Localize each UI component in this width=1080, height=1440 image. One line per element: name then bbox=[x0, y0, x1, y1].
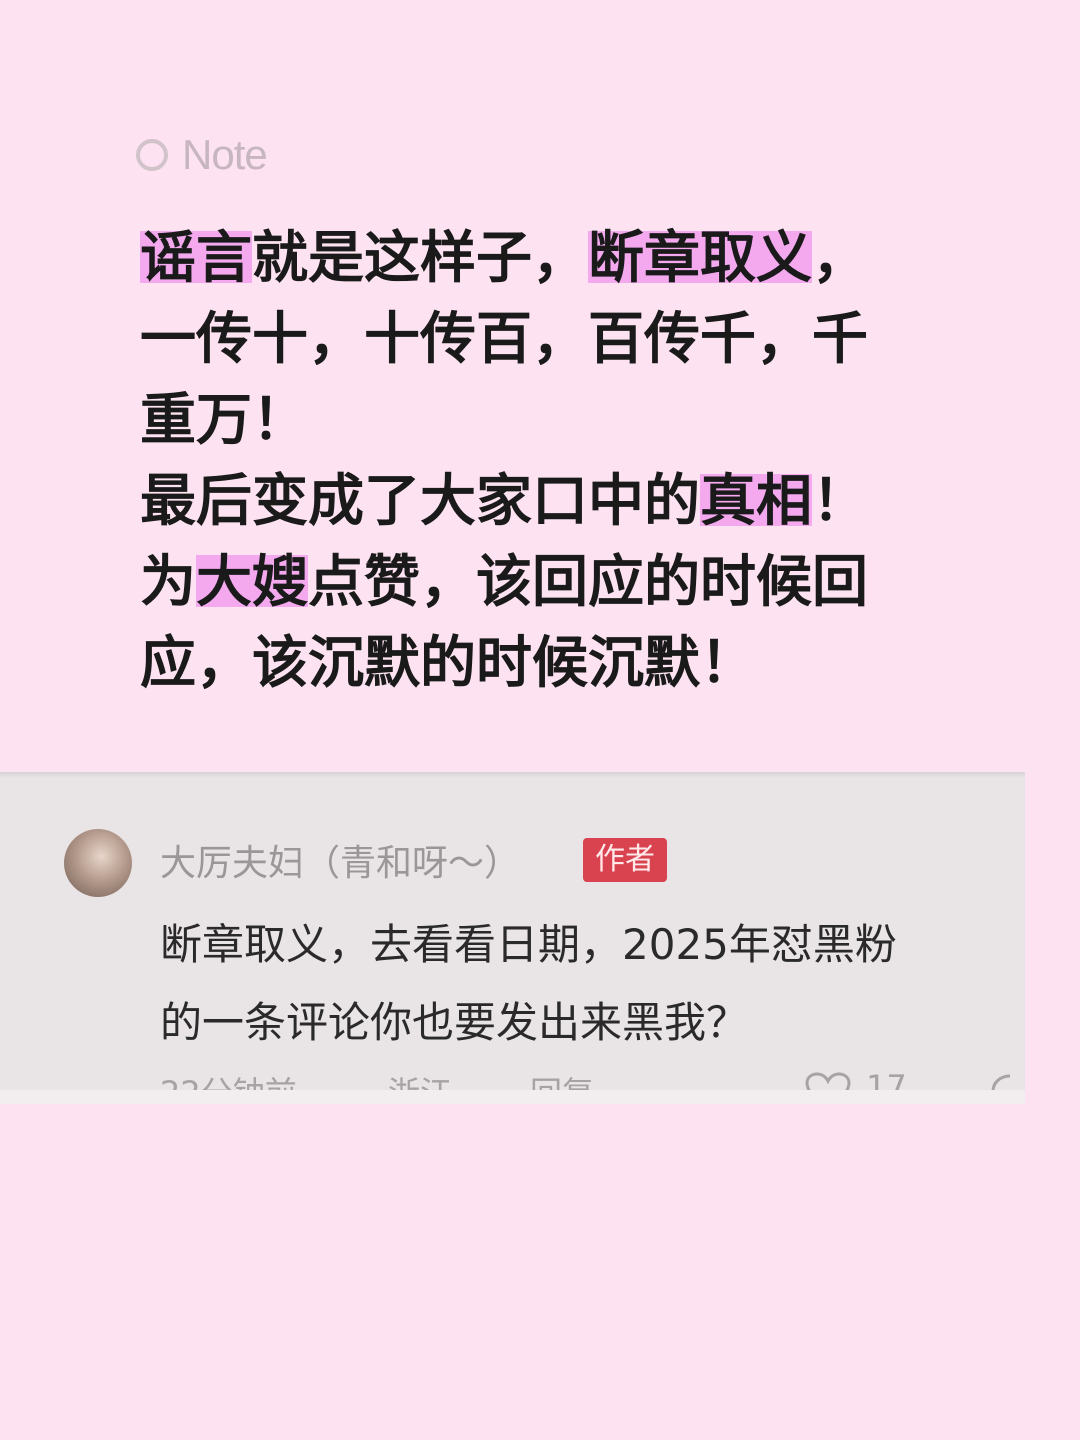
post-line: 谣言就是这样子，断章取义， bbox=[140, 218, 920, 299]
post-text-segment: 一传十，十传百，百传千，千 bbox=[140, 307, 868, 372]
highlighted-phrase: 谣言 bbox=[140, 226, 252, 291]
post-text-segment: ！ bbox=[812, 469, 868, 534]
post-text-segment: 重万！ bbox=[140, 388, 308, 453]
screenshot-bottom-edge bbox=[0, 1090, 1025, 1104]
post-text-segment: 为 bbox=[140, 550, 196, 615]
note-label: Note bbox=[182, 131, 268, 178]
highlighted-phrase: 真相 bbox=[700, 469, 812, 534]
highlighted-phrase: 断章取义 bbox=[588, 226, 812, 291]
post-text-segment: 应，该沉默的时候沉默！ bbox=[140, 631, 756, 696]
comment-username: 大厉夫妇（青和呀～） bbox=[160, 843, 521, 884]
post-line: 重万！ bbox=[140, 380, 920, 461]
post-text-segment: 点赞，该回应的时候回 bbox=[308, 550, 868, 615]
post-line: 一传十，十传百，百传千，千 bbox=[140, 299, 920, 380]
comment-body: 断章取义，去看看日期，2025年怼黑粉 的一条评论你也要发出来黑我？ bbox=[160, 906, 1025, 1062]
post-text-segment: 最后变成了大家口中的 bbox=[140, 469, 700, 534]
comment-screenshot: 大厉夫妇（青和呀～） 作者 断章取义，去看看日期，2025年怼黑粉 的一条评论你… bbox=[0, 772, 1025, 1102]
note-header: Note bbox=[136, 131, 268, 178]
highlighted-phrase: 大嫂 bbox=[196, 550, 308, 615]
avatar bbox=[64, 829, 132, 897]
circle-outline-icon bbox=[136, 139, 168, 171]
post-line: 最后变成了大家口中的真相！ bbox=[140, 461, 920, 542]
comment-line: 的一条评论你也要发出来黑我？ bbox=[160, 998, 749, 1047]
post-text: 谣言就是这样子，断章取义， 一传十，十传百，百传千，千 重万！ 最后变成了大家口中的真… bbox=[140, 218, 920, 704]
post-line: 为大嫂点赞，该回应的时候回 bbox=[140, 542, 920, 623]
post-text-segment: 就是这样子， bbox=[252, 226, 588, 291]
screenshot-top-edge bbox=[0, 772, 1025, 778]
author-badge: 作者 bbox=[583, 838, 667, 882]
post-text-segment: ， bbox=[812, 226, 868, 291]
post-line: 应，该沉默的时候沉默！ bbox=[140, 623, 920, 704]
comment-line: 断章取义，去看看日期，2025年怼黑粉 bbox=[160, 920, 897, 969]
